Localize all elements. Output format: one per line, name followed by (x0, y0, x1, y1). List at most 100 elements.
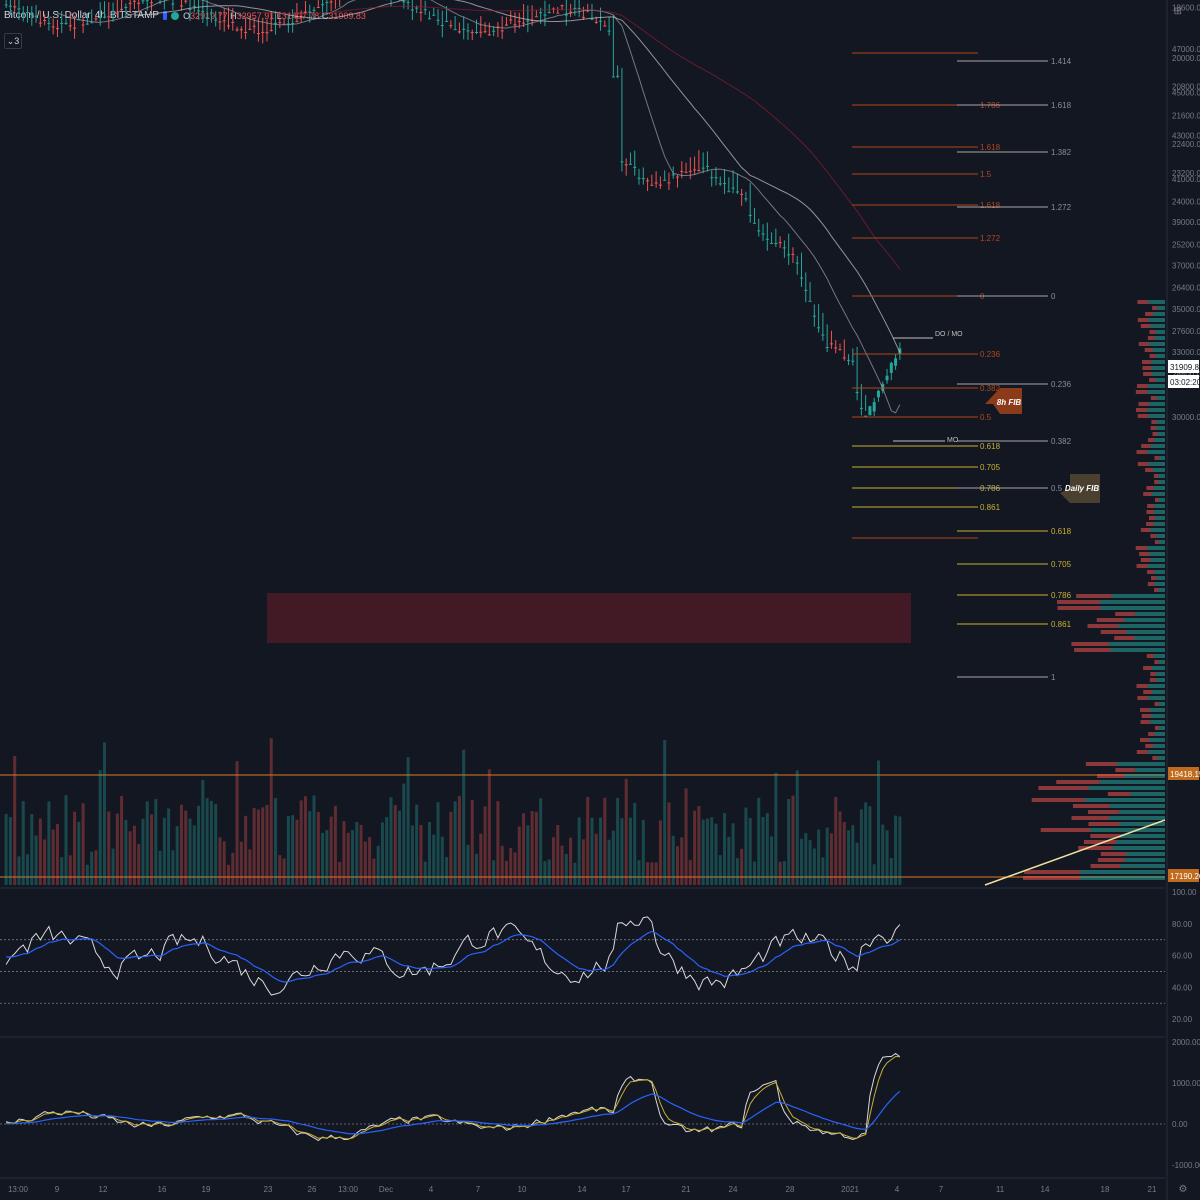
volume-bar (312, 795, 316, 885)
volume-bar (227, 864, 230, 885)
volume-profile-sell (1154, 726, 1159, 730)
volume-bar (303, 796, 307, 885)
volume-bar (244, 815, 248, 885)
volume-bar (329, 816, 333, 885)
volume-bar (30, 813, 34, 885)
candle-body (599, 20, 603, 22)
volume-bar (718, 855, 722, 885)
volume-bar (727, 836, 731, 885)
volume-profile-sell (1147, 504, 1155, 508)
volume-profile-sell (1138, 402, 1150, 406)
volume-bar (197, 805, 201, 885)
volume-bar (154, 799, 158, 885)
candle-body (449, 25, 453, 27)
volume-profile-buy (1108, 642, 1165, 646)
fib-daily-label: 1.382 (1051, 148, 1072, 157)
volume-bar (51, 829, 55, 885)
volume-profile-sell (1137, 318, 1149, 322)
candle-body (120, 8, 124, 10)
volume-profile-buy (1156, 672, 1165, 676)
volume-profile-buy (1158, 726, 1165, 730)
volume-bar (569, 837, 573, 885)
volume-bar (611, 830, 615, 885)
volume-profile-sell (1146, 510, 1154, 514)
volume-bar (868, 806, 872, 885)
time-tick-label: 10 (518, 1185, 527, 1194)
candle-body (637, 177, 641, 179)
candle-body (38, 22, 42, 24)
volume-bar (517, 826, 521, 885)
volume-profile-sell (1147, 570, 1155, 574)
volume-bar (744, 807, 748, 885)
candle-body (718, 183, 722, 185)
volume-profile-buy (1090, 828, 1165, 832)
volume-bar (457, 796, 461, 885)
candle-body (73, 27, 77, 29)
fib-8h-label: 0.236 (980, 350, 1001, 359)
volume-profile-sell (1153, 474, 1159, 478)
candle-body (303, 11, 307, 13)
volume-profile-buy (1149, 552, 1165, 556)
candle-body (778, 242, 782, 244)
volume-profile-sell (1140, 720, 1151, 724)
candle-body (445, 21, 449, 23)
volume-bar (492, 860, 496, 885)
candle-body (714, 177, 718, 179)
volume-profile-buy (1155, 354, 1165, 358)
candle-body (795, 262, 799, 264)
volume-profile-buy (1088, 786, 1165, 790)
fib-8h-label: 0.861 (980, 503, 1001, 512)
candle-body (688, 170, 692, 172)
volume-bar (333, 805, 337, 885)
volume-bar (402, 783, 406, 885)
candle-body (517, 20, 521, 22)
volume-bar (282, 858, 286, 885)
candle-body (179, 5, 183, 7)
momentum-tick-label: 0.00 (1172, 1120, 1188, 1129)
candle-body (829, 343, 833, 345)
volume-profile-sell (1143, 666, 1152, 670)
volume-bar (778, 861, 782, 885)
candle-body (209, 12, 213, 14)
volume-profile-buy (1153, 744, 1165, 748)
volume-bar (551, 837, 555, 885)
candle-body (34, 15, 38, 17)
volume-profile-sell (1100, 630, 1127, 634)
time-tick-label: 13:00 (338, 1185, 359, 1194)
volume-bar (787, 798, 791, 885)
time-tick-label: Dec (379, 1185, 393, 1194)
volume-profile-sell (1151, 420, 1157, 424)
volume-bar (410, 825, 414, 885)
volume-profile-buy (1156, 420, 1165, 424)
candle-body (825, 347, 829, 349)
volume-profile-buy (1151, 714, 1165, 718)
candle-body (269, 29, 273, 31)
volume-bar (723, 813, 727, 885)
candle-body (534, 16, 538, 18)
candle-body (278, 22, 282, 24)
rsi-ma-line (6, 930, 901, 983)
time-tick-label: 4 (895, 1185, 900, 1194)
candle-body (457, 31, 461, 33)
candle-body (274, 22, 278, 24)
volume-bar (209, 800, 213, 885)
volume-bar (423, 861, 427, 885)
volume-profile-sell (1087, 624, 1119, 628)
candle-body (423, 9, 427, 11)
volume-profile-sell (1135, 390, 1148, 394)
volume-profile-buy (1158, 588, 1165, 592)
fib-daily-label: 1.618 (1051, 101, 1072, 110)
volume-profile-buy (1100, 606, 1165, 610)
candle-body (475, 32, 479, 34)
volume-profile-sell (1115, 768, 1136, 772)
time-tick-label: 2021 (841, 1185, 859, 1194)
volume-profile-buy (1085, 798, 1165, 802)
time-tick-label: 28 (786, 1185, 795, 1194)
candle-body (81, 24, 85, 26)
chart-canvas[interactable]: 47000.0045000.0043000.0041000.0039000.00… (0, 0, 1200, 1200)
volume-profile-buy (1148, 300, 1165, 304)
moving-average-fast (57, 0, 901, 414)
volume-bar (808, 840, 812, 885)
volume-bar (269, 738, 273, 885)
time-tick-label: 7 (939, 1185, 944, 1194)
